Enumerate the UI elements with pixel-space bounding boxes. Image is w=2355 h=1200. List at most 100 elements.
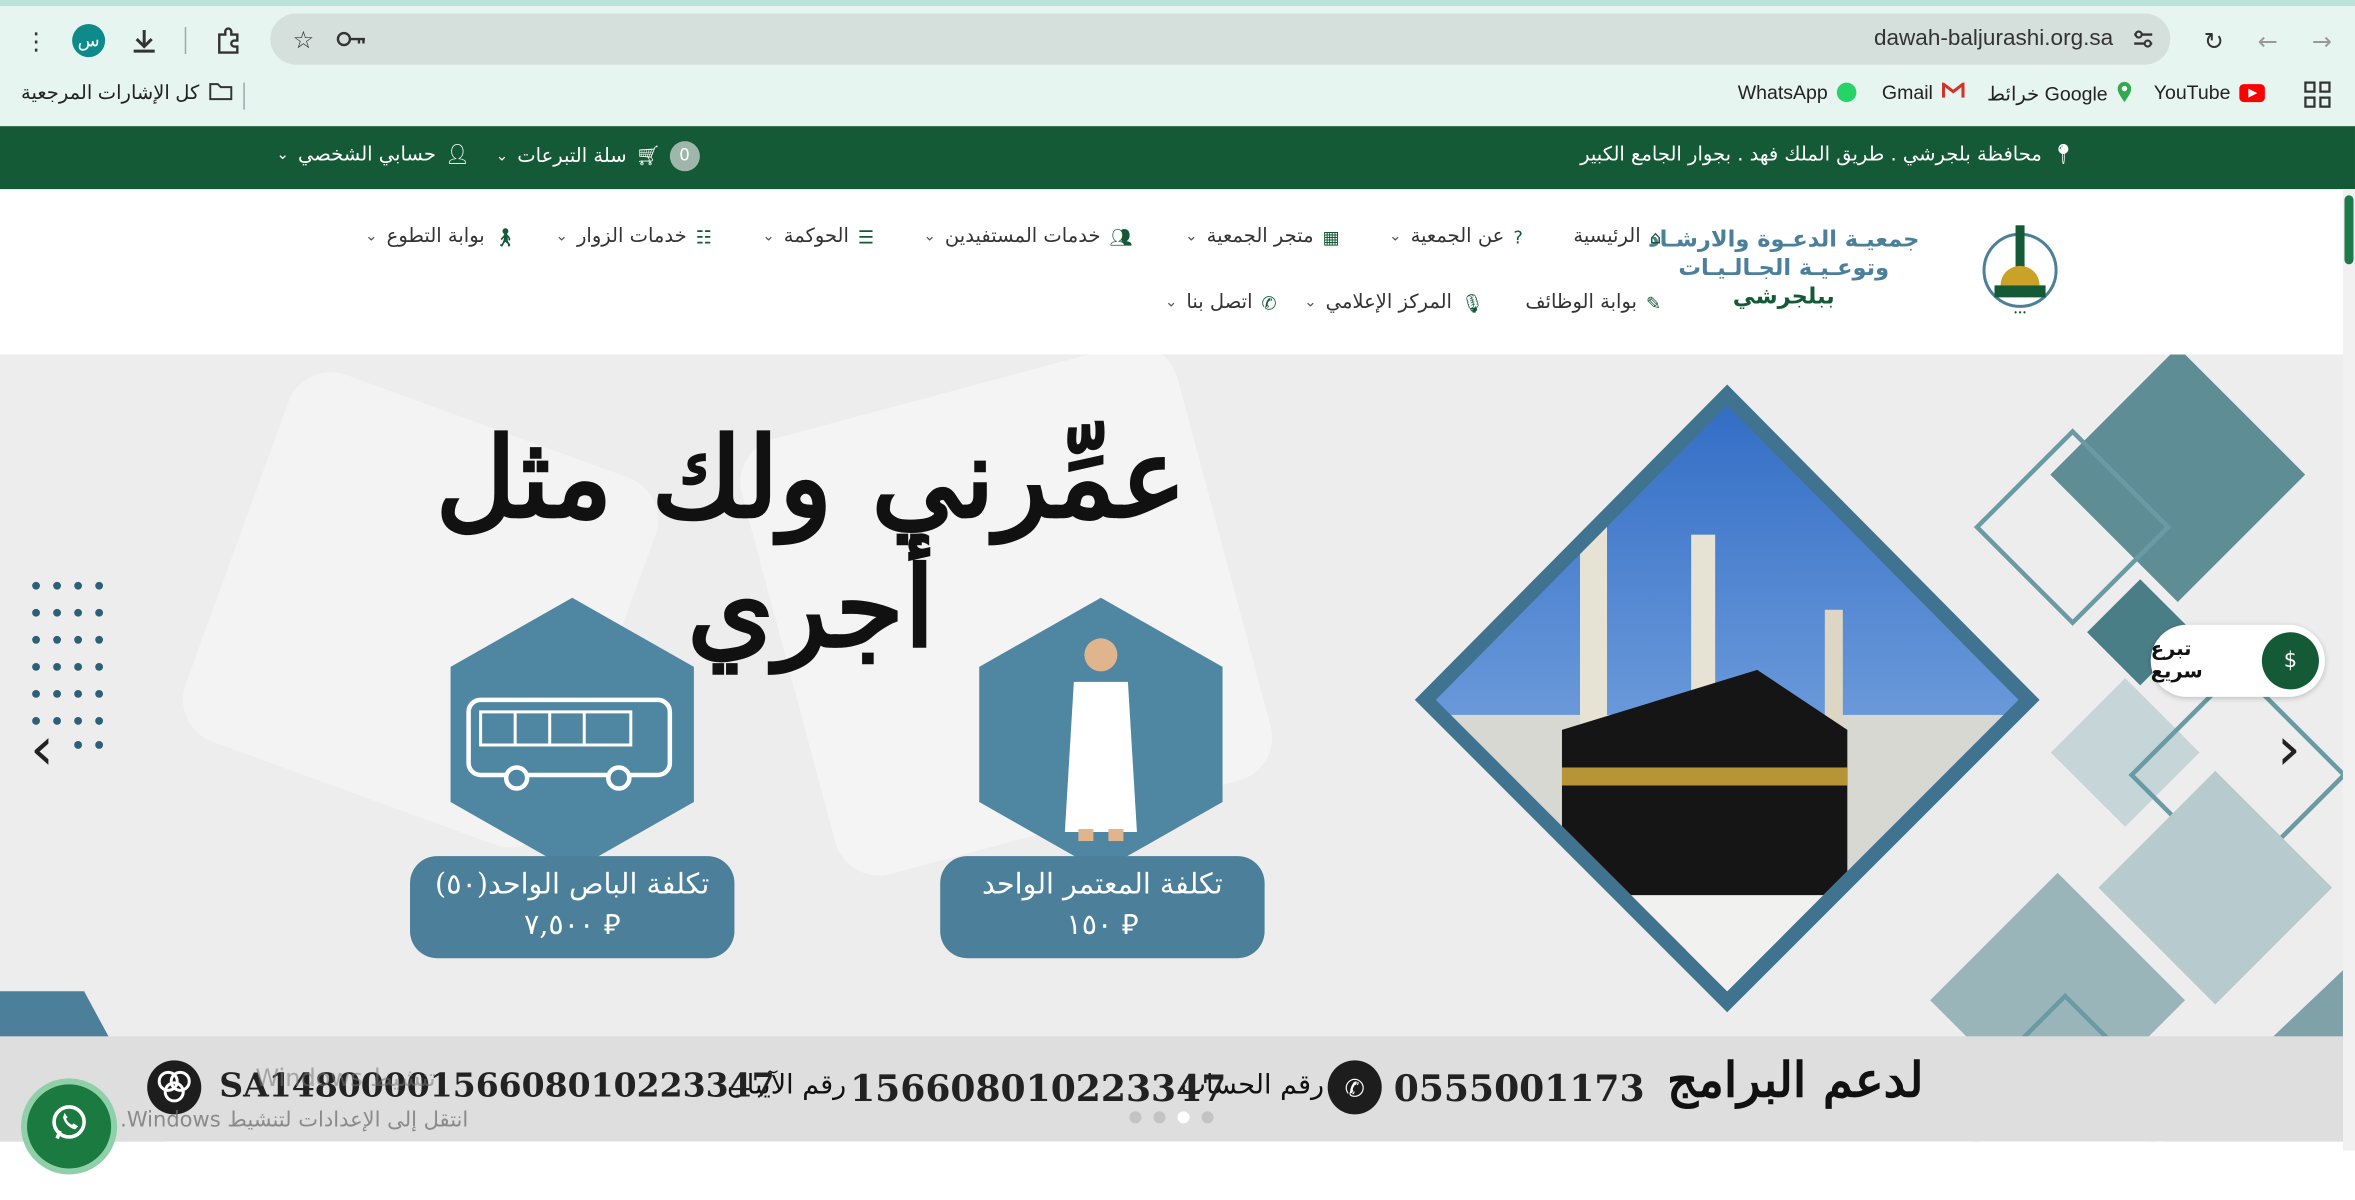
location-text: محافظة بلجرشي . طريق الملك فهد . بجوار ا…	[1580, 144, 2042, 167]
maps-pin-icon	[2117, 81, 2134, 108]
svg-text:•••: •••	[2013, 308, 2026, 317]
nav-media-center[interactable]: 🎙︎ المركز الإعلامي ⌄	[1304, 291, 1484, 314]
slider-prev-arrow[interactable]: ‹	[30, 715, 54, 784]
bookmark-whatsapp[interactable]: WhatsApp	[1738, 81, 1857, 104]
account-number: 156608010223347	[850, 1066, 1227, 1110]
cart-label: سلة التبرعات	[517, 144, 627, 168]
donate-hand-icon: $	[2262, 632, 2319, 690]
nav-label: الحوكمة	[783, 225, 849, 248]
slider-next-arrow[interactable]: ›	[2277, 715, 2301, 784]
chevron-down-icon: ⌄	[923, 228, 936, 245]
all-bookmarks[interactable]: كل الإشارات المرجعية	[21, 81, 232, 105]
nav-volunteer[interactable]: 🚶︎ بوابة التطوع ⌄	[365, 225, 517, 248]
account-menu[interactable]: 👤︎ حسابي الشخصي ⌄	[276, 144, 469, 167]
apps-grid-icon[interactable]	[2304, 81, 2331, 114]
slider-dot[interactable]	[1201, 1111, 1214, 1124]
logo-line: وتوعـيـة الجـالـيـات	[1678, 253, 1890, 281]
whatsapp-icon	[48, 1102, 90, 1150]
phone-icon: ✆	[1261, 292, 1277, 314]
bookmark-youtube[interactable]: YouTube	[2154, 81, 2266, 104]
nav-beneficiary-services[interactable]: 👥︎ خدمات المستفيدين ⌄	[923, 225, 1132, 248]
bookmark-label: خرائط Google	[1987, 82, 2108, 106]
nav-label: الرئيسية	[1573, 225, 1641, 248]
quick-donate-button[interactable]: تبرع سريع $	[2150, 624, 2325, 697]
url-text: dawah-baljurashi.org.sa	[1873, 25, 2114, 52]
bus-cost-card: تكلفة الباص الواحد(٥٠) ٧,٥٠٠ ⃁	[410, 856, 735, 959]
support-programs-label: لدعم البرامج	[1667, 1051, 1924, 1109]
chevron-down-icon: ⌄	[1304, 294, 1317, 311]
profile-avatar[interactable]: س	[72, 24, 106, 58]
nav-label: متجر الجمعية	[1206, 225, 1314, 248]
nav-jobs[interactable]: ✎ بوابة الوظائف	[1525, 291, 1661, 314]
download-icon[interactable]	[126, 23, 162, 59]
menu-icon[interactable]: ⋮	[18, 23, 54, 59]
whatsapp-phone-icon: ✆	[1327, 1060, 1382, 1115]
chevron-down-icon: ⌄	[1388, 228, 1402, 245]
reload-icon[interactable]: ↻	[2196, 23, 2232, 59]
bank-info-strip: لدعم البرامج 0555001173 ✆ رقم الحساب 156…	[0, 1036, 2343, 1142]
site-topbar: 📍︎ محافظة بلجرشي . طريق الملك فهد . بجوا…	[0, 126, 2355, 190]
tab-strip	[0, 0, 2355, 7]
nav-label: بوابة التطوع	[386, 225, 485, 248]
floating-whatsapp-button[interactable]	[21, 1078, 118, 1175]
nav-about[interactable]: ? عن الجمعية ⌄	[1389, 225, 1523, 248]
nav-label: اتصل بنا	[1186, 291, 1253, 314]
question-icon: ?	[1513, 226, 1523, 248]
nav-visitor-services[interactable]: ☷ خدمات الزوار ⌄	[555, 225, 712, 248]
star-icon[interactable]: ☆	[285, 21, 321, 57]
bus-icon	[450, 597, 694, 872]
location-info: 📍︎ محافظة بلجرشي . طريق الملك فهد . بجوا…	[1580, 144, 2075, 167]
nav-home[interactable]: ⌂ الرئيسية	[1573, 225, 1661, 248]
bank-logo-icon	[147, 1060, 202, 1115]
nav-governance[interactable]: ☰ الحوكمة ⌄	[762, 225, 874, 248]
chevron-down-icon: ⌄	[1185, 228, 1198, 245]
bookmark-label: Gmail	[1881, 81, 1933, 104]
chevron-down-icon: ⌄	[276, 147, 289, 164]
nav-label: خدمات الزوار	[576, 225, 687, 248]
nav-store[interactable]: ▦ متجر الجمعية ⌄	[1185, 225, 1340, 248]
nav-label: خدمات المستفيدين	[944, 225, 1101, 248]
address-bar[interactable]: ☆ dawah-baljurashi.org.sa	[270, 13, 2171, 65]
bookmark-gmail[interactable]: Gmail	[1882, 81, 1965, 104]
gmail-icon	[1941, 81, 1965, 104]
pilgrim-cost-card: تكلفة المعتمر الواحد ١٥٠ ⃁	[940, 856, 1265, 959]
back-icon[interactable]: →	[2304, 23, 2340, 59]
slider-dot-active[interactable]	[1177, 1111, 1190, 1124]
nav-contact[interactable]: ✆ اتصل بنا ⌄	[1165, 291, 1277, 314]
list-icon: ☰	[857, 226, 875, 248]
site-settings-icon[interactable]	[2125, 21, 2161, 57]
chevron-down-icon: ⌄	[365, 228, 378, 245]
person-walking-icon: 🚶︎	[493, 226, 517, 248]
account-label: حسابي الشخصي	[297, 144, 436, 167]
microphone-icon: 🎙︎	[1460, 292, 1484, 314]
donation-cart[interactable]: 0 🛒︎ سلة التبرعات ⌄	[495, 141, 700, 172]
windows-watermark-title: تنشيط Windows	[255, 1063, 436, 1092]
bookmark-maps[interactable]: خرائط Google	[1987, 81, 2133, 108]
extensions-icon[interactable]	[210, 23, 246, 59]
scrollbar-thumb[interactable]	[2344, 195, 2354, 265]
chevron-down-icon: ⌄	[495, 147, 509, 165]
phone-number: 0555001173	[1393, 1066, 1645, 1110]
logo-line: جمعيـة الدعـوة والارشـاد	[1648, 225, 1920, 253]
scrollbar-track[interactable]	[2342, 189, 2355, 1151]
server-icon: ☷	[695, 226, 712, 248]
folder-icon	[208, 82, 232, 105]
edit-square-icon: ✎	[1645, 292, 1662, 314]
location-pin-icon: 📍︎	[2050, 144, 2076, 167]
card-title: تكلفة الباص الواحد(٥٠)	[435, 868, 710, 902]
site-logo-emblem[interactable]: •••	[1980, 219, 2061, 321]
pilgrim-icon	[979, 597, 1223, 872]
chevron-down-icon: ⌄	[555, 228, 568, 245]
site-logo-text[interactable]: جمعيـة الدعـوة والارشـاد وتوعـيـة الجـال…	[1648, 225, 1919, 311]
password-key-icon[interactable]	[333, 21, 369, 57]
slider-dot[interactable]	[1129, 1111, 1142, 1124]
nav-label: بوابة الوظائف	[1525, 291, 1637, 314]
divider	[184, 27, 187, 55]
site-header: ••• جمعيـة الدعـوة والارشـاد وتوعـيـة ال…	[0, 189, 2355, 355]
bookmark-label: WhatsApp	[1737, 81, 1828, 104]
forward-icon[interactable]: ←	[2250, 23, 2286, 59]
all-bookmarks-label: كل الإشارات المرجعية	[21, 81, 200, 104]
card-value: ٧,٥٠٠ ⃁	[523, 908, 621, 942]
slider-dot[interactable]	[1153, 1111, 1166, 1124]
user-icon: 👤︎	[444, 144, 470, 167]
